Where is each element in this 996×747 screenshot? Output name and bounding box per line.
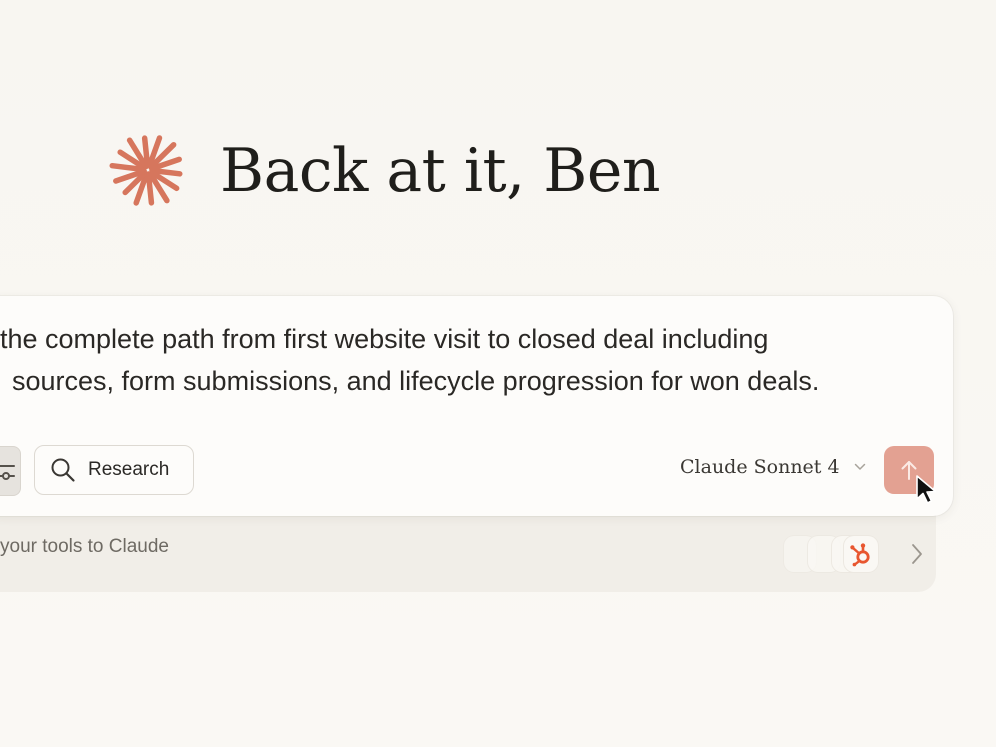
- chevron-right-icon[interactable]: [910, 542, 924, 566]
- model-label: Claude Sonnet 4: [680, 456, 840, 478]
- app-page: Back at it, Ben your tools to Claude the…: [0, 0, 996, 747]
- prompt-input[interactable]: the complete path from first website vis…: [0, 318, 920, 402]
- chevron-down-icon: [854, 463, 865, 470]
- research-button[interactable]: Research: [34, 445, 194, 495]
- search-icon: [51, 458, 75, 482]
- greeting-title: Back at it, Ben: [220, 136, 661, 206]
- connect-tools-label: your tools to Claude: [0, 536, 169, 557]
- prompt-composer[interactable]: the complete path from first website vis…: [0, 296, 953, 516]
- sliders-icon: [0, 465, 15, 480]
- greeting-header: Back at it, Ben: [108, 128, 661, 212]
- hubspot-icon: [850, 543, 870, 567]
- research-label: Research: [88, 459, 170, 480]
- prompt-line: sources, form submissions, and lifecycle…: [12, 366, 820, 396]
- hubspot-chip: [844, 536, 878, 572]
- model-selector[interactable]: Claude Sonnet 4: [680, 456, 866, 478]
- tools-menu-button[interactable]: [0, 446, 21, 496]
- claude-starburst-logo-icon: [109, 135, 183, 206]
- tool-chip-stack[interactable]: [784, 536, 880, 572]
- connect-tools-text[interactable]: your tools to Claude: [0, 536, 169, 558]
- mouse-cursor-icon: [916, 475, 937, 504]
- prompt-line: the complete path from first website vis…: [0, 324, 769, 354]
